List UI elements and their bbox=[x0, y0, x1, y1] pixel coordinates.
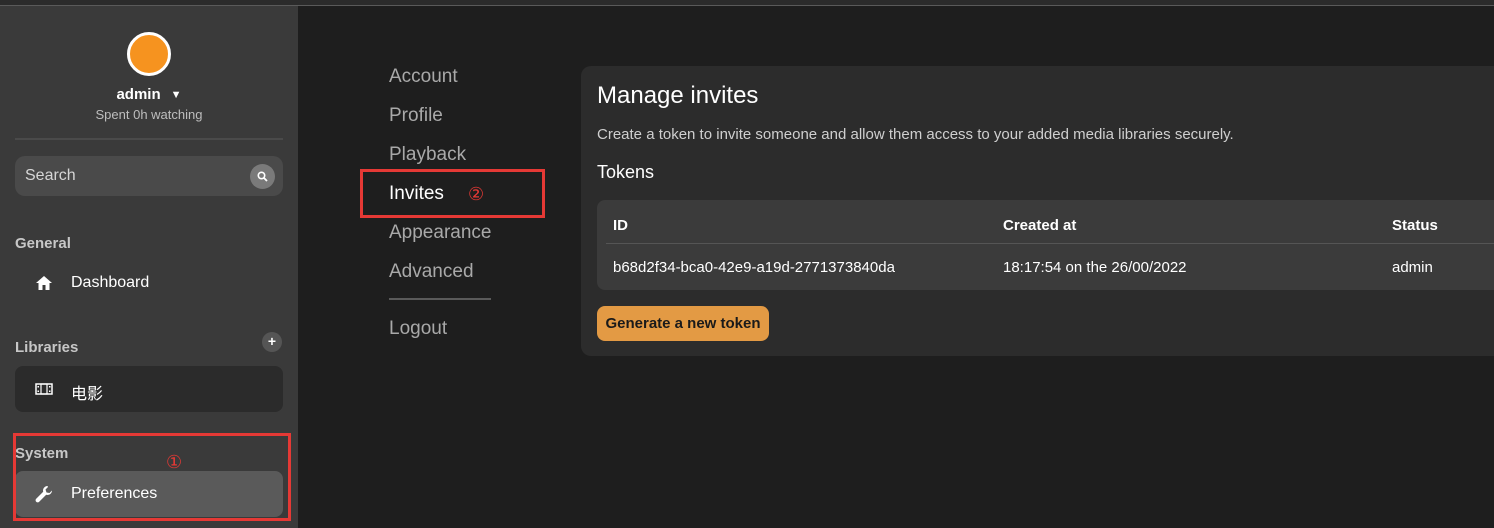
annotation-marker-2: ② bbox=[468, 184, 485, 204]
section-general: General bbox=[15, 235, 71, 252]
tokens-table bbox=[597, 200, 1494, 290]
menu-item-advanced[interactable]: Advanced bbox=[389, 261, 474, 283]
menu-item-appearance[interactable]: Appearance bbox=[389, 222, 491, 244]
annotation-box-1 bbox=[13, 433, 291, 521]
avatar[interactable] bbox=[127, 32, 171, 76]
generate-token-button[interactable]: Generate a new token bbox=[597, 306, 769, 341]
user-menu[interactable]: admin ▼ bbox=[0, 86, 298, 103]
column-header-id: ID bbox=[613, 217, 628, 234]
column-header-status: Status bbox=[1392, 217, 1438, 234]
token-created-cell: 18:17:54 on the 26/00/2022 bbox=[1003, 259, 1187, 276]
annotation-box-2 bbox=[360, 169, 545, 218]
film-icon bbox=[35, 383, 53, 395]
chevron-down-icon: ▼ bbox=[170, 89, 182, 101]
search-button[interactable] bbox=[250, 164, 275, 189]
add-library-button[interactable]: + bbox=[262, 332, 282, 352]
sidebar-item-label: Dashboard bbox=[71, 274, 150, 291]
menu-divider bbox=[389, 298, 491, 300]
table-row-separator bbox=[606, 243, 1494, 244]
column-header-created-at: Created at bbox=[1003, 217, 1077, 234]
token-status-cell: admin bbox=[1392, 259, 1433, 276]
section-libraries: Libraries bbox=[15, 339, 79, 356]
watch-time: Spent 0h watching bbox=[95, 107, 203, 122]
sidebar-item-library[interactable]: 电影 bbox=[15, 366, 283, 412]
menu-item-account[interactable]: Account bbox=[389, 66, 458, 88]
sidebar-divider bbox=[15, 138, 283, 140]
tokens-heading: Tokens bbox=[597, 162, 655, 182]
page-title: Manage invites bbox=[597, 82, 759, 109]
search-input[interactable] bbox=[15, 156, 245, 196]
menu-item-profile[interactable]: Profile bbox=[389, 105, 443, 127]
annotation-marker-1: ① bbox=[166, 452, 183, 472]
menu-item-playback[interactable]: Playback bbox=[389, 144, 466, 166]
menu-item-logout[interactable]: Logout bbox=[389, 318, 447, 340]
search-box bbox=[15, 156, 283, 196]
sidebar-item-label: 电影 bbox=[71, 384, 104, 403]
search-icon bbox=[257, 171, 268, 182]
sidebar-item-dashboard[interactable]: Dashboard bbox=[15, 260, 283, 306]
token-id-cell[interactable]: b68d2f34-bca0-42e9-a19d-2771373840da bbox=[613, 259, 895, 276]
invites-description: Create a token to invite someone and all… bbox=[597, 126, 1234, 143]
home-icon bbox=[36, 276, 52, 290]
username: admin bbox=[116, 86, 161, 103]
